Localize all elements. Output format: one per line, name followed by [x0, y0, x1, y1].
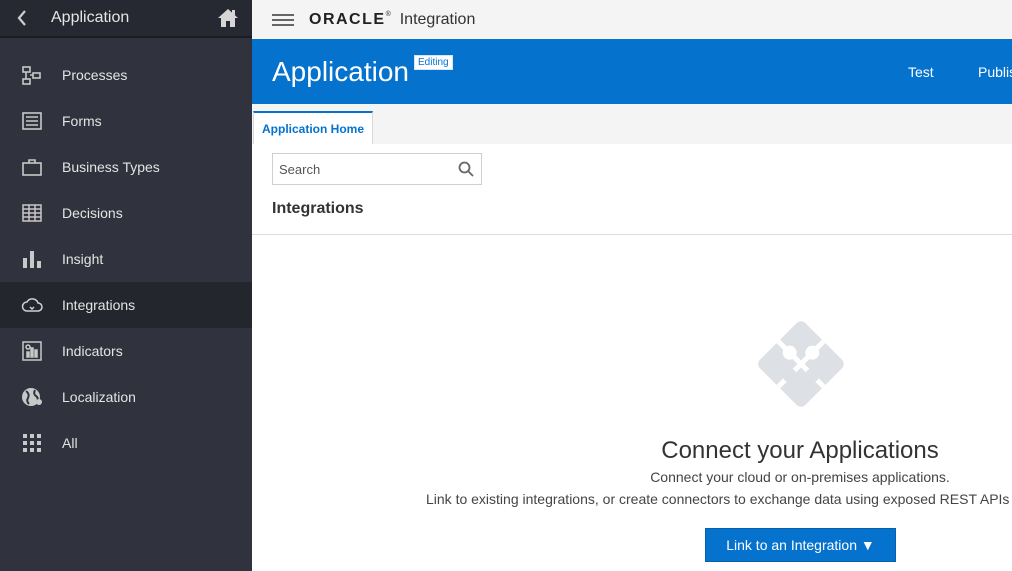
hamburger-menu-icon[interactable]	[272, 12, 294, 28]
sidebar-item-label: Insight	[62, 251, 104, 267]
product-name: Integration	[399, 10, 476, 28]
tab-application-home[interactable]: Application Home	[253, 111, 374, 144]
test-button[interactable]: Test	[908, 64, 934, 80]
sidebar-title: Application	[51, 9, 130, 26]
sidebar-item-label: Decisions	[62, 205, 123, 221]
sidebar-item-label: Business Types	[62, 159, 160, 175]
sidebar-item-business-types[interactable]: Business Types	[0, 144, 252, 190]
search-input[interactable]	[279, 161, 457, 177]
back-chevron-icon[interactable]	[16, 8, 36, 28]
empty-state-description: Connect your cloud or on-premises applic…	[650, 469, 950, 485]
sidebar-item-all[interactable]: All	[0, 420, 252, 466]
top-bar: ORACLE® Integration	[252, 0, 1012, 39]
sidebar-item-label: Processes	[62, 67, 128, 83]
processes-icon	[21, 64, 43, 86]
link-to-integration-button[interactable]: Link to an Integration ▼	[705, 528, 896, 562]
oracle-logo: ORACLE®	[309, 10, 391, 28]
tab-bar: Application Home	[252, 104, 1012, 144]
bar-chart-icon	[21, 248, 43, 270]
grid-icon	[21, 432, 43, 454]
search-box	[272, 153, 482, 185]
sidebar-item-indicators[interactable]: Indicators	[0, 328, 252, 374]
sidebar-header: Application	[0, 0, 252, 38]
sidebar-item-label: Localization	[62, 389, 136, 405]
page-title: Application	[272, 56, 409, 87]
sidebar-item-label: Indicators	[62, 343, 123, 359]
briefcase-icon	[21, 156, 43, 178]
forms-icon	[21, 110, 43, 132]
home-icon[interactable]	[216, 6, 240, 30]
indicators-icon	[21, 340, 43, 362]
cloud-icon	[21, 294, 43, 316]
editing-badge: Editing	[414, 55, 453, 70]
sidebar-item-insight[interactable]: Insight	[0, 236, 252, 282]
sidebar-nav: Processes Forms Business Types Decisions…	[0, 52, 252, 466]
sidebar: Application Processes Forms Business Typ…	[0, 0, 252, 571]
globe-icon	[21, 386, 43, 408]
search-icon[interactable]	[457, 160, 475, 178]
puzzle-icon	[751, 315, 851, 413]
sidebar-item-decisions[interactable]: Decisions	[0, 190, 252, 236]
publish-button[interactable]: Publis	[978, 64, 1012, 80]
empty-state-title: Connect your Applications	[661, 437, 939, 464]
section-title: Integrations	[272, 200, 364, 217]
sidebar-item-integrations[interactable]: Integrations	[0, 282, 252, 328]
application-banner: Application Editing Test Publis	[252, 39, 1012, 104]
sidebar-item-forms[interactable]: Forms	[0, 98, 252, 144]
empty-state-description-secondary: Link to existing integrations, or create…	[426, 491, 1010, 507]
sidebar-item-label: Forms	[62, 113, 102, 129]
sidebar-item-localization[interactable]: Localization	[0, 374, 252, 420]
divider	[252, 234, 1012, 235]
sidebar-item-label: Integrations	[62, 297, 136, 313]
decision-table-icon	[21, 202, 43, 224]
sidebar-item-processes[interactable]: Processes	[0, 52, 252, 98]
sidebar-item-label: All	[62, 435, 78, 451]
